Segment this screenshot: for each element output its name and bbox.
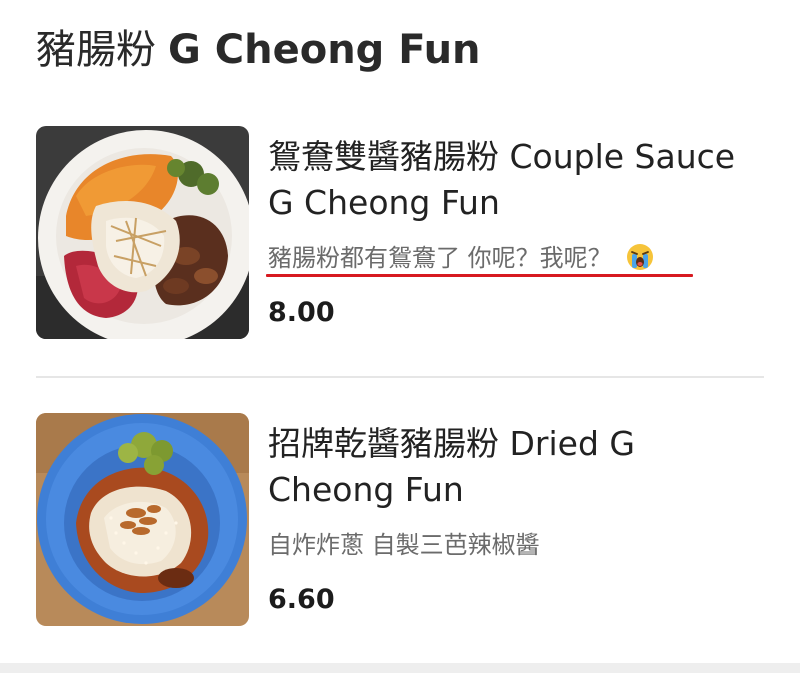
item-name: 招牌乾醬豬腸粉 Dried G Cheong Fun <box>268 424 635 509</box>
menu-item-couple-sauce[interactable]: 鴛鴦雙醬豬腸粉 Couple Sauce G Cheong Fun 豬腸粉都有鴛… <box>36 126 764 342</box>
loudly-crying-face-icon <box>626 243 654 271</box>
section-title-zh: 豬腸粉 <box>36 27 156 73</box>
item-name: 鴛鴦雙醬豬腸粉 Couple Sauce G Cheong Fun <box>268 137 736 222</box>
noodle-plate-image <box>36 126 249 339</box>
item-photo[interactable] <box>36 126 249 339</box>
item-price: 6.60 <box>268 584 335 615</box>
menu-section: 豬腸粉 G Cheong Fun 鴛鴦雙醬豬腸粉 Couple Sauce G … <box>0 0 800 673</box>
section-title-en: G Cheong Fun <box>168 27 481 73</box>
item-description-text: 自炸炸蔥 自製三芭辣椒醬 <box>268 531 540 559</box>
noodle-plate-image <box>36 413 249 626</box>
item-photo[interactable] <box>36 413 249 626</box>
section-title: 豬腸粉 G Cheong Fun <box>36 22 481 78</box>
item-description: 自炸炸蔥 自製三芭辣椒醬 <box>268 525 540 565</box>
bottom-divider <box>0 663 800 673</box>
item-description-text: 豬腸粉都有鴛鴦了 你呢？我呢？ <box>268 244 612 272</box>
item-divider <box>36 376 764 378</box>
item-description: 豬腸粉都有鴛鴦了 你呢？我呢？ <box>268 238 654 278</box>
highlight-underline <box>266 274 693 277</box>
item-price: 8.00 <box>268 297 335 328</box>
menu-item-dried-g-cheong-fun[interactable]: 招牌乾醬豬腸粉 Dried G Cheong Fun 自炸炸蔥 自製三芭辣椒醬 … <box>36 413 764 627</box>
